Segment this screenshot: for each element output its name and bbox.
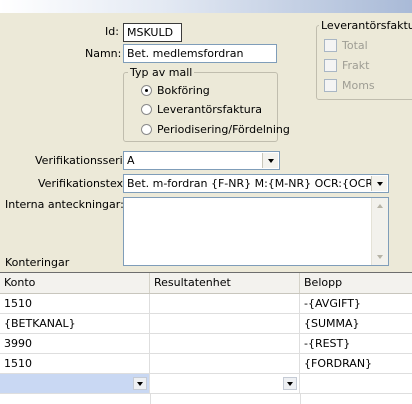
checkbox-total[interactable] [324, 39, 337, 52]
verification-text-label: Verifikationstext: [38, 177, 132, 190]
cell-konto[interactable]: 1510 [0, 354, 150, 373]
chevron-down-icon[interactable] [133, 377, 147, 390]
id-label: Id: [105, 25, 119, 38]
internal-notes-textarea[interactable] [123, 197, 389, 266]
cell-belopp[interactable]: {SUMMA} [300, 314, 412, 333]
cell-belopp[interactable]: {FORDRAN} [300, 354, 412, 373]
checkbox-moms[interactable] [324, 79, 337, 92]
checkbox-frakt-label: Frakt [342, 59, 370, 72]
cell-resultatenhet[interactable] [150, 314, 300, 333]
verification-series-select[interactable]: A [123, 151, 280, 170]
id-field[interactable]: MSKULD [123, 23, 182, 42]
verification-series-value: A [127, 154, 135, 167]
radio-periodisering[interactable] [141, 124, 152, 135]
new-row-belopp-cell[interactable] [300, 374, 412, 393]
cell-konto[interactable]: {BETKANAL} [0, 314, 150, 333]
chevron-down-icon[interactable] [371, 176, 387, 191]
column-header-resultatenhet[interactable]: Resultatenhet [150, 273, 300, 293]
template-type-legend: Typ av mall [128, 66, 195, 79]
verification-text-select[interactable]: Bet. m-fordran {F-NR} M:{M-NR} OCR:{OCR} [123, 174, 389, 193]
radio-bokforing[interactable] [141, 85, 152, 96]
cell-resultatenhet[interactable] [150, 334, 300, 353]
cell-resultatenhet[interactable] [150, 354, 300, 373]
chevron-down-icon[interactable] [262, 153, 278, 168]
cell-konto[interactable]: 3990 [0, 334, 150, 353]
name-field[interactable]: Bet. medlemsfordran [123, 44, 277, 63]
table-row[interactable]: 3990 -{REST} [0, 334, 412, 354]
postings-grid[interactable]: Konto Resultatenhet Belopp 1510 -{AVGIFT… [0, 272, 412, 404]
radio-periodisering-label[interactable]: Periodisering/Fördelning [157, 122, 290, 137]
column-header-konto[interactable]: Konto [0, 273, 150, 293]
checkbox-moms-label: Moms [342, 79, 375, 92]
cell-konto[interactable]: 1510 [0, 294, 150, 313]
radio-leverantorsfaktura[interactable] [141, 104, 152, 115]
grid-header: Konto Resultatenhet Belopp [0, 273, 412, 294]
table-row[interactable]: {BETKANAL} {SUMMA} [0, 314, 412, 334]
checkbox-frakt[interactable] [324, 59, 337, 72]
new-row-konto-cell[interactable] [0, 374, 150, 393]
cell-belopp[interactable]: -{REST} [300, 334, 412, 353]
new-row[interactable] [0, 374, 412, 394]
table-row[interactable]: 1510 -{AVGIFT} [0, 294, 412, 314]
cell-belopp[interactable]: -{AVGIFT} [300, 294, 412, 313]
postings-label: Konteringar [5, 256, 70, 269]
scroll-up-icon[interactable] [373, 199, 387, 213]
checkbox-total-label: Total [342, 39, 368, 52]
column-header-belopp[interactable]: Belopp [300, 273, 412, 293]
verification-series-label: Verifikationsserie: [35, 154, 134, 167]
radio-leverantorsfaktura-label[interactable]: Leverantörsfaktura [157, 102, 262, 117]
new-row-resultatenhet-cell[interactable] [150, 374, 300, 393]
supplier-invoice-legend: Leverantörsfaktura [319, 19, 412, 32]
internal-notes-scrollbar[interactable] [371, 198, 388, 265]
table-row[interactable]: 1510 {FORDRAN} [0, 354, 412, 374]
window-titlebar [0, 0, 412, 13]
verification-text-value: Bet. m-fordran {F-NR} M:{M-NR} OCR:{OCR} [127, 177, 380, 190]
cell-resultatenhet[interactable] [150, 294, 300, 313]
internal-notes-label: Interna anteckningar: [5, 198, 124, 211]
chevron-down-icon[interactable] [283, 377, 297, 390]
scroll-down-icon[interactable] [373, 250, 387, 264]
radio-bokforing-label[interactable]: Bokföring [157, 83, 210, 98]
name-label: Namn: [85, 47, 122, 60]
